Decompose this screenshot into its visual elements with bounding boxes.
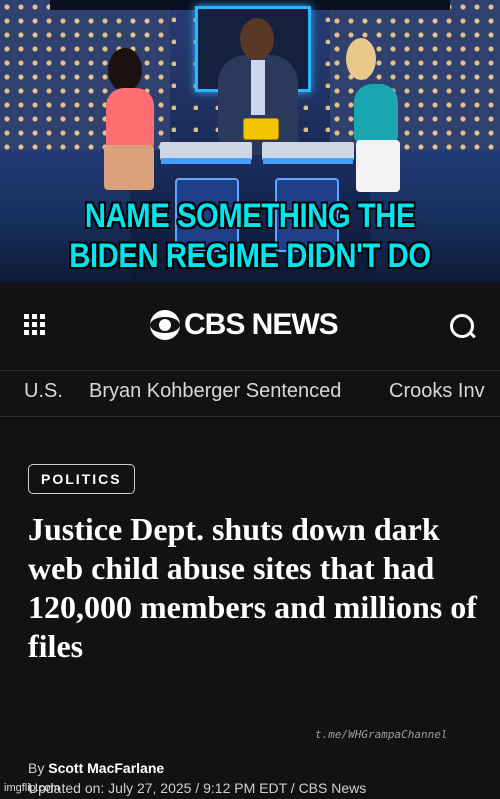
cbs-news-logo[interactable]: CBS NEWS xyxy=(150,308,339,342)
show-logo-badge xyxy=(243,118,279,140)
contestant-left-head xyxy=(108,48,142,92)
byline: By Scott MacFarlane xyxy=(28,760,164,776)
menu-grid-icon[interactable] xyxy=(24,314,48,338)
contestant-left-skirt xyxy=(104,145,154,190)
logo-text: CBS NEWS xyxy=(184,308,339,341)
cbs-news-screenshot: CBS NEWS U.S. Bryan Kohberger Sentenced … xyxy=(0,282,500,799)
host-shirt xyxy=(251,60,265,115)
article: POLITICS Justice Dept. shuts down dark w… xyxy=(0,418,500,799)
byline-prefix: By xyxy=(28,760,45,776)
site-header: CBS NEWS xyxy=(0,282,500,371)
updated-dateline: Updated on: July 27, 2025 / 9:12 PM EDT … xyxy=(28,780,367,796)
section-nav: U.S. Bryan Kohberger Sentenced Crooks In… xyxy=(0,370,500,417)
category-tag[interactable]: POLITICS xyxy=(28,464,135,494)
contestant-right-head xyxy=(346,38,376,80)
cbs-eye-icon xyxy=(150,310,180,340)
podium-rail-left xyxy=(161,158,251,164)
article-headline: Justice Dept. shuts down dark web child … xyxy=(28,511,477,664)
contestant-right-figure xyxy=(354,84,398,142)
nav-item-crooks[interactable]: Crooks Inv xyxy=(389,380,485,403)
host-head xyxy=(240,18,274,60)
meme-page: NAME SOMETHING THE BIDEN REGIME DIDN'T D… xyxy=(0,0,500,799)
contestant-right-skirt xyxy=(356,140,400,192)
meme-caption: NAME SOMETHING THE BIDEN REGIME DIDN'T D… xyxy=(35,196,465,276)
game-show-photo: NAME SOMETHING THE BIDEN REGIME DIDN'T D… xyxy=(0,0,500,282)
search-icon[interactable] xyxy=(450,314,474,338)
author-link[interactable]: Scott MacFarlane xyxy=(48,760,164,776)
imgflip-watermark: imgflip.com xyxy=(4,782,60,794)
watermark: t.me/WHGrampaChannel xyxy=(315,728,448,741)
podium-rail-right xyxy=(263,158,353,164)
contestant-left-figure xyxy=(106,88,154,150)
caption-line-2: BIDEN REGIME DIDN'T DO xyxy=(69,237,431,275)
caption-line-1: NAME SOMETHING THE xyxy=(84,197,416,235)
nav-item-kohberger[interactable]: Bryan Kohberger Sentenced xyxy=(89,380,341,403)
nav-item-us[interactable]: U.S. xyxy=(24,380,63,403)
